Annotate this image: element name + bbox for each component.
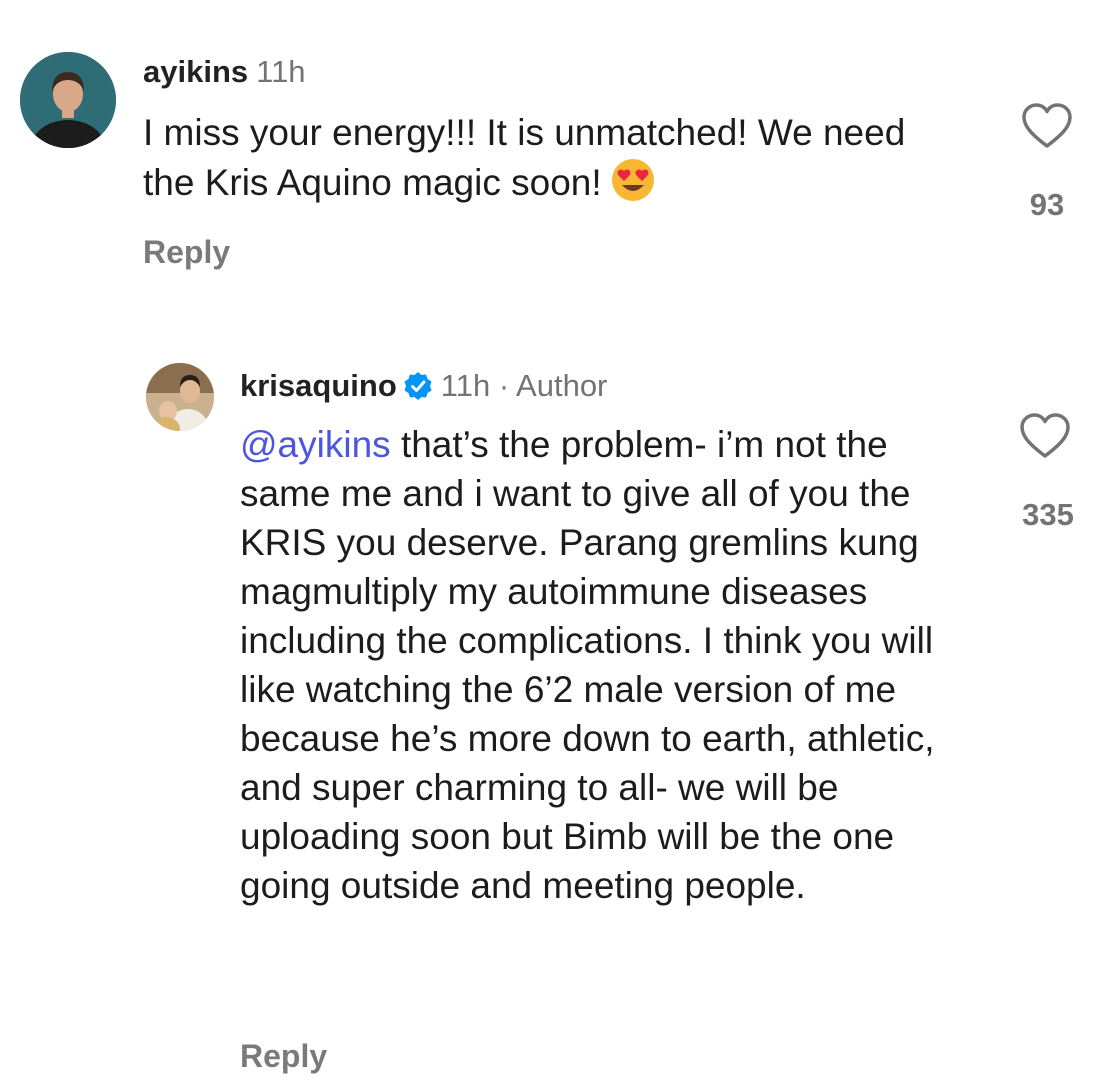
like-section: 93 <box>1002 102 1092 223</box>
verified-badge-icon <box>403 371 433 401</box>
comment-text: @ayikins that’s the problem- i’m not the… <box>240 420 980 910</box>
comment-header: ayikins 11h <box>143 54 306 90</box>
comment-ayikins: ayikins 11h I miss your energy!!! It is u… <box>0 0 1120 300</box>
avatar-image <box>20 52 116 148</box>
reply-button[interactable]: Reply <box>143 234 230 271</box>
comment-body: that’s the problem- i’m not the same me … <box>240 424 935 906</box>
author-label: Author <box>516 368 608 403</box>
username[interactable]: krisaquino <box>240 368 397 403</box>
avatar[interactable] <box>20 52 116 148</box>
comment-text: I miss your energy!!! It is unmatched! W… <box>143 108 963 207</box>
heart-eyes-emoji <box>610 157 656 203</box>
like-count: 93 <box>1029 187 1065 222</box>
avatar-image <box>146 363 214 431</box>
comment-header: krisaquino 11h · Author <box>240 368 607 404</box>
avatar[interactable] <box>146 363 214 431</box>
reply-button[interactable]: Reply <box>240 1038 327 1075</box>
comment-body: I miss your energy!!! It is unmatched! W… <box>143 112 906 203</box>
like-count: 335 <box>1022 497 1074 532</box>
comment-krisaquino: krisaquino 11h · Author @ayikins that’s … <box>0 340 1120 1090</box>
like-section: 335 <box>1000 412 1090 533</box>
heart-outline-icon[interactable] <box>1019 412 1071 460</box>
separator-dot: · <box>498 368 510 403</box>
heart-outline-icon[interactable] <box>1021 102 1073 150</box>
timestamp[interactable]: 11h <box>441 368 490 403</box>
mention-link[interactable]: @ayikins <box>240 424 391 465</box>
timestamp[interactable]: 11h <box>256 54 305 89</box>
username[interactable]: ayikins <box>143 54 248 89</box>
